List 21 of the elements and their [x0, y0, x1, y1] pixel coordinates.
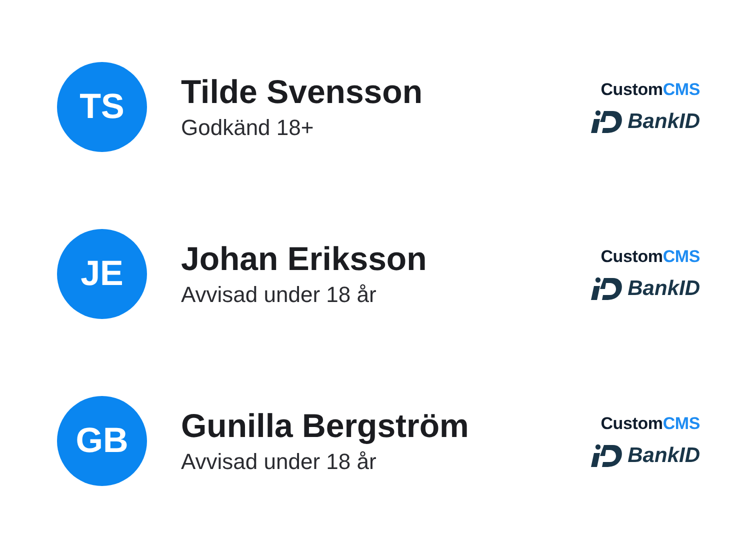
verification-status: Avvisad under 18 år	[181, 282, 378, 308]
person-name: Johan Eriksson	[181, 240, 428, 278]
bankid-logo-text: BankID	[628, 110, 700, 134]
id-logo-icon	[590, 277, 624, 301]
person-name: Gunilla Bergström	[181, 407, 470, 445]
id-logo-icon	[590, 110, 624, 134]
brand-logo-accent: CMS	[662, 414, 700, 434]
brand-logo-text: Custom	[600, 247, 663, 267]
verification-status: Avvisad under 18 år	[181, 449, 378, 475]
bankid-logo-text: BankID	[628, 444, 700, 468]
id-logo-icon	[590, 444, 624, 468]
verification-status: Godkänd 18+	[181, 115, 315, 141]
bankid-logo-text: BankID	[628, 277, 700, 301]
brand-logo-text: Custom	[600, 414, 663, 434]
brand-logo-accent: CMS	[662, 247, 700, 267]
brand-logo-text: Custom	[600, 80, 663, 100]
avatar: GB	[57, 396, 147, 486]
person-name: Tilde Svensson	[181, 73, 424, 111]
avatar: JE	[57, 229, 147, 319]
brand-logo-accent: CMS	[662, 80, 700, 100]
avatar: TS	[57, 62, 147, 152]
